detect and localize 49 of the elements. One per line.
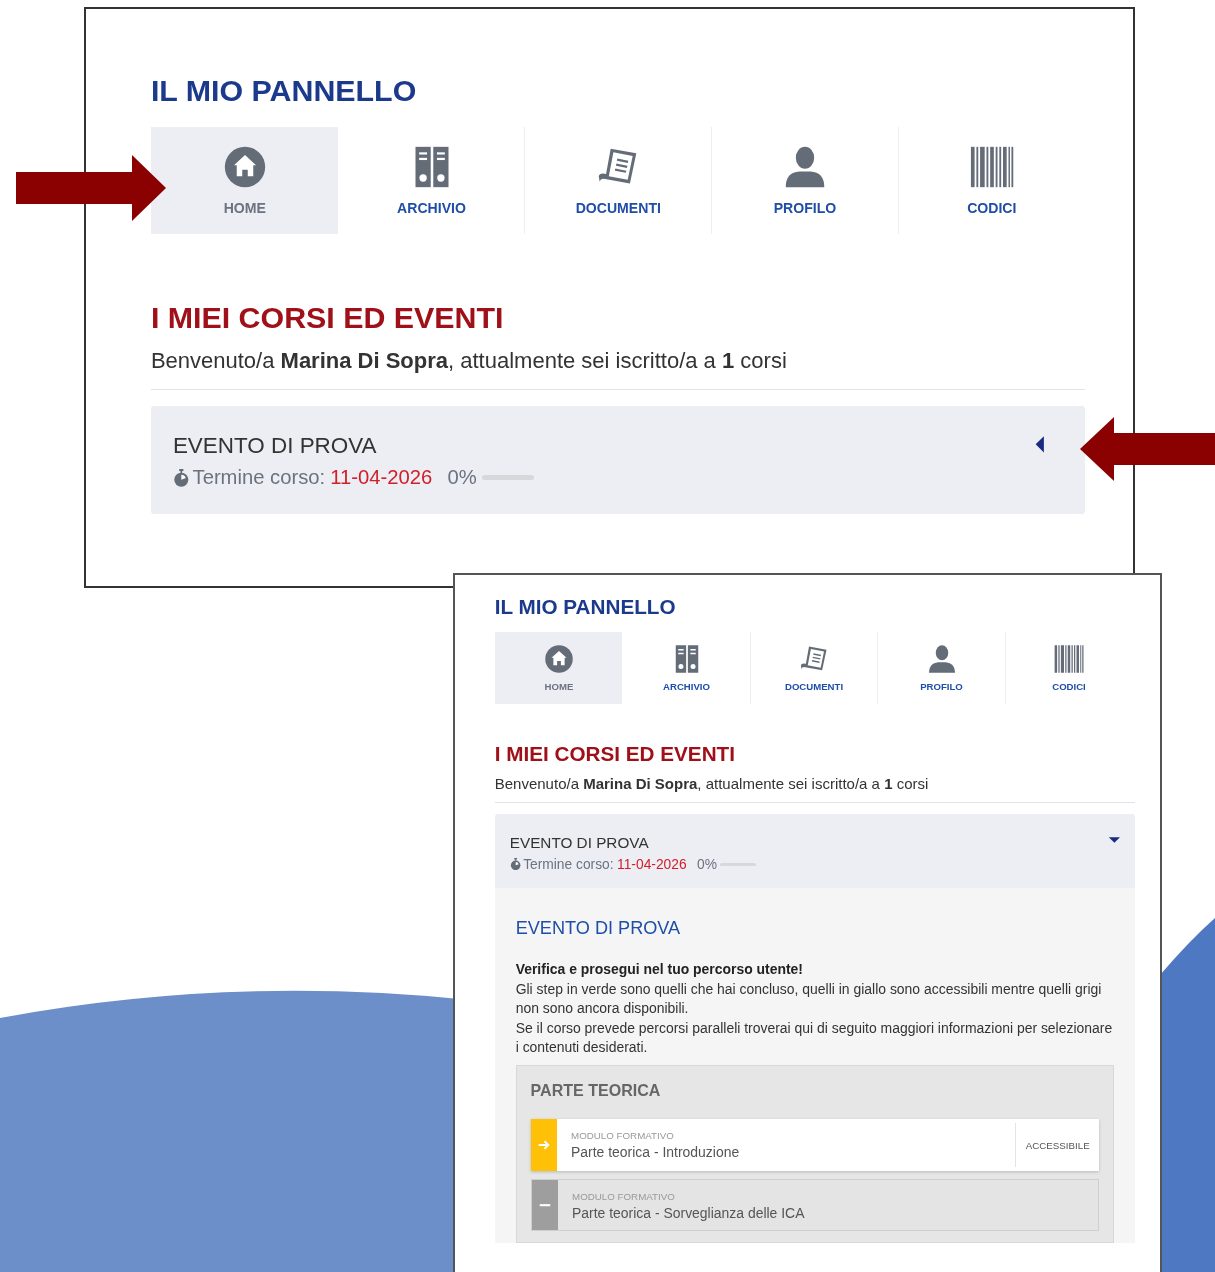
- person-icon: [926, 643, 957, 674]
- intro-paragraph: Se il corso prevede percorsi paralleli troverai qui di seguito maggiori informazioni per selezionare i contenuti desiderati.: [515, 1018, 1114, 1058]
- deadline-date: 11-04-2026: [617, 856, 687, 872]
- welcome-text: Benvenuto/a Marina Di Sopra, attualmente sei iscritto/a a 1 corsi: [494, 774, 930, 792]
- intro-paragraph: Gli step in verde sono quelli che hai concluso, quelli in giallo sono accessibili mentre quelli grigi non sono ancora disponibili.: [515, 979, 1103, 1019]
- course-name: EVENTO DI PROVA: [509, 833, 650, 852]
- detail-title: EVENTO DI PROVA: [515, 917, 682, 939]
- nav-tab[interactable]: DOCUMENTI: [749, 631, 878, 705]
- module-name: Parte teorica - Sorveglianza delle ICA: [572, 1204, 806, 1221]
- section-heading: I MIEI CORSI ED EVENTI: [150, 300, 505, 335]
- nav-tab[interactable]: CODICI: [1004, 631, 1133, 705]
- section-heading: I MIEI CORSI ED EVENTI: [494, 741, 736, 766]
- welcome-text: Benvenuto/a Marina Di Sopra, attualmente sei iscritto/a a 1 corsi: [150, 348, 788, 374]
- section-title: PARTE TEORICA: [530, 1081, 662, 1101]
- barcode-icon: [1054, 643, 1084, 674]
- progress-percent: 0%: [696, 856, 717, 872]
- intro-heading: Verifica e prosegui nel tuo percorso utente!: [515, 960, 804, 980]
- course-card[interactable]: [494, 813, 1136, 1244]
- person-icon: [783, 145, 827, 190]
- panel-title: IL MIO PANNELLO: [150, 76, 418, 107]
- module-status: ACCESSIBILE: [1014, 1123, 1100, 1168]
- progress-percent: 0%: [447, 466, 477, 490]
- module-name: Parte teorica - Introduzione: [571, 1143, 741, 1160]
- module-row[interactable]: MODULO FORMATIVO Parte teorica - Sorveglianza delle ICA: [530, 1179, 1100, 1231]
- arrow-pointer-icon: [16, 155, 166, 221]
- minus-icon: [531, 1180, 559, 1230]
- course-card[interactable]: EVENTO DI PROVA Termine corso: 11-04-2026 0%: [150, 405, 1085, 514]
- nav-tab[interactable]: ARCHIVIO: [622, 631, 750, 705]
- nav-tab[interactable]: PROFILO: [877, 631, 1005, 705]
- nav-tab[interactable]: CODICI: [897, 127, 1085, 235]
- panel-title: IL MIO PANNELLO: [494, 596, 677, 618]
- home-icon: [222, 145, 267, 190]
- module-type: MODULO FORMATIVO: [571, 1129, 675, 1141]
- arrow-pointer-icon: [1080, 417, 1215, 481]
- stopwatch-icon: [509, 858, 522, 871]
- module-type: MODULO FORMATIVO: [572, 1190, 676, 1202]
- deadline-label: Termine corso:: [192, 466, 326, 490]
- deadline-date: 11-04-2026: [330, 466, 433, 490]
- stopwatch-icon: [172, 468, 190, 487]
- course-name: EVENTO DI PROVA: [172, 433, 378, 460]
- nav-tab[interactable]: DOCUMENTI: [524, 127, 712, 235]
- barcode-icon: [969, 145, 1014, 190]
- nav-tab[interactable]: HOME: [494, 631, 623, 705]
- nav-tab[interactable]: HOME: [150, 127, 338, 235]
- home-icon: [544, 643, 574, 674]
- deadline-label: Termine corso:: [523, 856, 614, 872]
- nav-tab[interactable]: PROFILO: [711, 127, 898, 235]
- module-row[interactable]: MODULO FORMATIVO Parte teorica - Introduzione ACCESSIBILE: [530, 1119, 1100, 1171]
- nav-tab[interactable]: ARCHIVIO: [337, 127, 525, 235]
